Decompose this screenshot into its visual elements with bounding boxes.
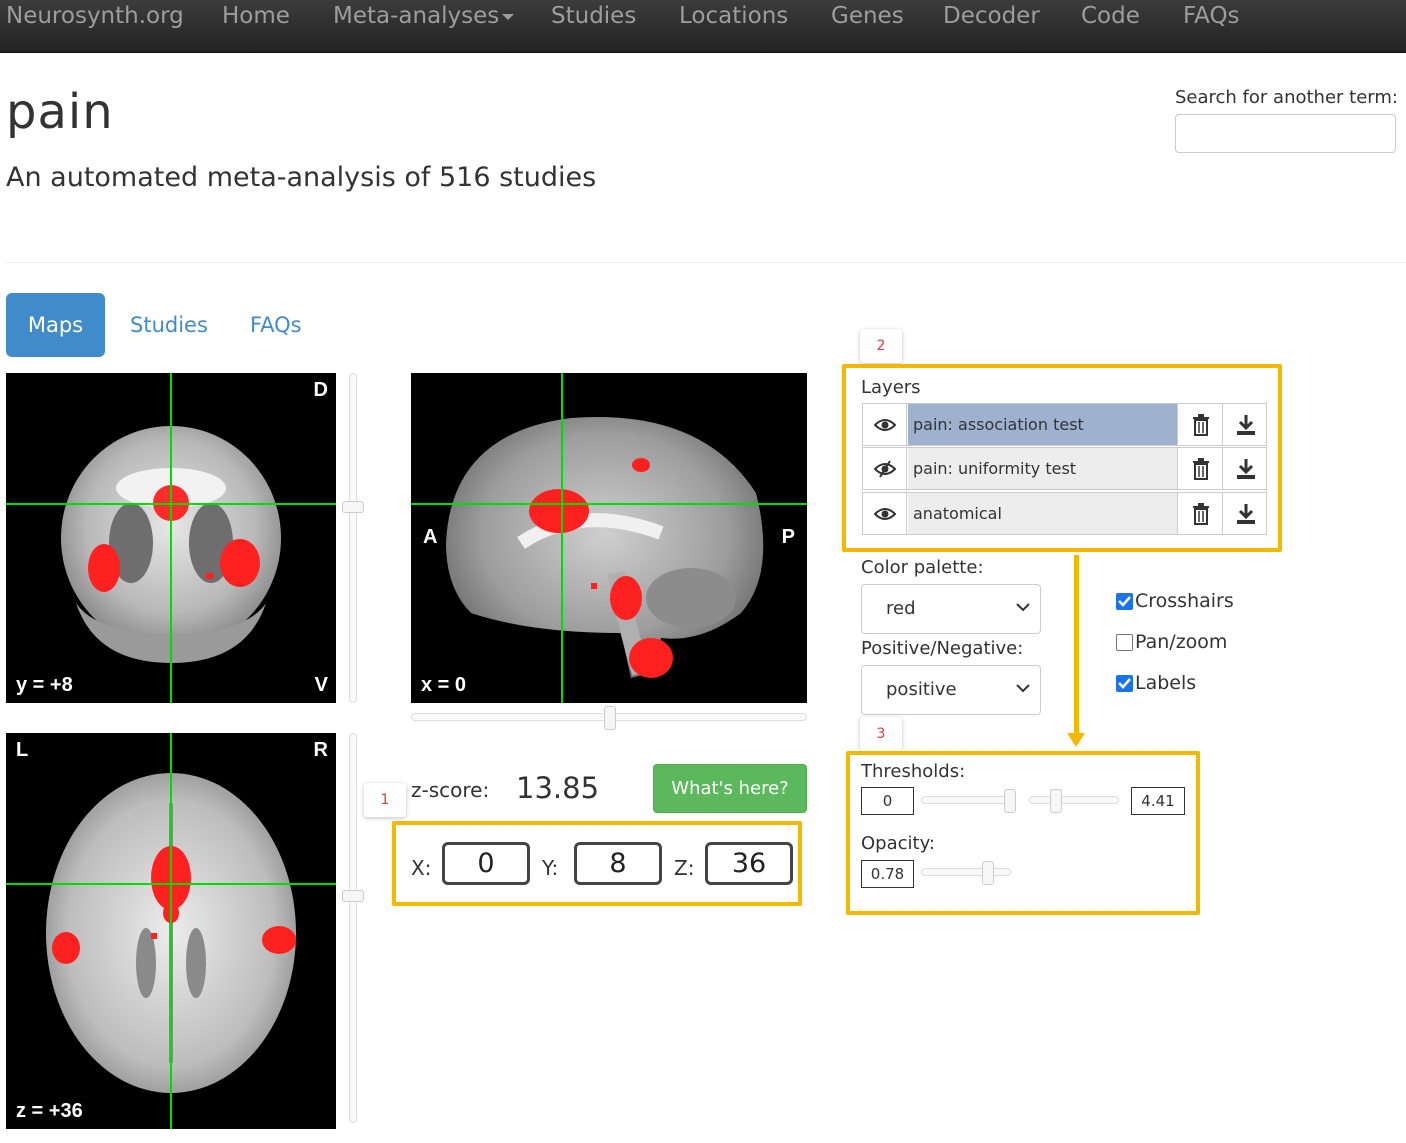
brand-link[interactable]: Neurosynth.org (6, 0, 184, 34)
panzoom-option[interactable]: Pan/zoom (1116, 631, 1227, 653)
axial-top-right-label: R (313, 739, 328, 761)
navbar: Neurosynth.org Home Meta-analyses Studie… (0, 0, 1406, 53)
chevron-down-icon (1016, 684, 1030, 693)
nav-meta-analyses-label: Meta-analyses (333, 3, 500, 29)
nav-faqs[interactable]: FAQs (1183, 0, 1240, 34)
z-coordinate-input[interactable]: 36 (705, 842, 793, 885)
opacity-slider[interactable] (921, 861, 1011, 885)
slider-handle[interactable] (982, 861, 994, 885)
eye-icon[interactable] (863, 404, 907, 445)
posneg-select[interactable]: positive (861, 665, 1041, 715)
layer-row[interactable]: anatomical (862, 492, 1267, 535)
trash-icon[interactable] (1179, 404, 1223, 445)
y-label: Y: (542, 856, 559, 880)
zscore-value: 13.85 (516, 771, 600, 805)
whats-here-button[interactable]: What's here? (653, 764, 807, 813)
z-label: Z: (674, 856, 695, 880)
nav-code[interactable]: Code (1081, 0, 1140, 34)
annotation-badge-1: 1 (364, 783, 406, 817)
threshold-min-input[interactable]: 0 (861, 787, 914, 815)
download-icon[interactable] (1224, 493, 1267, 534)
annotation-badge-3: 3 (860, 717, 902, 751)
axial-view[interactable]: L R z = +36 (6, 733, 336, 1129)
divider (6, 262, 1406, 263)
color-palette-select[interactable]: red (861, 584, 1041, 634)
crosshairs-option[interactable]: Crosshairs (1116, 590, 1234, 612)
posneg-label: Positive/Negative: (861, 638, 1024, 659)
search-input[interactable] (1175, 114, 1396, 153)
layer-name[interactable]: pain: association test (908, 404, 1178, 445)
posneg-value: positive (886, 679, 957, 700)
sagittal-slice-label: x = 0 (421, 674, 467, 696)
y-coordinate-input[interactable]: 8 (574, 842, 662, 885)
threshold-min-slider[interactable] (921, 789, 1016, 813)
panzoom-label: Pan/zoom (1135, 631, 1228, 653)
layer-name[interactable]: anatomical (908, 493, 1178, 534)
slider-handle[interactable] (1004, 789, 1016, 813)
x-coordinate-input[interactable]: 0 (442, 842, 530, 885)
sagittal-right-label: P (781, 526, 795, 548)
layer-row[interactable]: pain: association test (862, 403, 1267, 446)
page-subtitle: An automated meta-analysis of 516 studie… (6, 162, 597, 193)
nav-locations[interactable]: Locations (679, 0, 788, 34)
layers-label: Layers (861, 377, 921, 398)
arrow-down-icon (1067, 733, 1085, 747)
thresholds-label: Thresholds: (861, 761, 966, 782)
annotation-arrow (1074, 555, 1079, 735)
slider-handle[interactable] (1050, 789, 1062, 813)
download-icon[interactable] (1224, 404, 1267, 445)
panzoom-checkbox[interactable] (1116, 633, 1133, 651)
eye-icon[interactable] (863, 493, 907, 534)
coronal-slice-slider[interactable] (342, 373, 364, 703)
slider-handle[interactable] (604, 706, 616, 730)
tab-faqs[interactable]: FAQs (228, 293, 324, 357)
annotation-badge-2: 2 (860, 329, 902, 363)
coronal-slice-label: y = +8 (16, 674, 73, 696)
trash-icon[interactable] (1179, 448, 1223, 489)
labels-label: Labels (1135, 672, 1197, 694)
page-title: pain (6, 84, 114, 140)
coronal-top-right-label: D (313, 379, 328, 401)
threshold-max-input[interactable]: 4.41 (1131, 787, 1185, 815)
coronal-brain-image (6, 373, 336, 703)
search-label: Search for another term: (1175, 87, 1398, 108)
sagittal-left-label: A (423, 526, 438, 548)
axial-slice-label: z = +36 (16, 1100, 83, 1122)
coronal-view[interactable]: D y = +8 V (6, 373, 336, 703)
opacity-label: Opacity: (861, 833, 935, 854)
crosshairs-checkbox[interactable] (1116, 592, 1133, 610)
trash-icon[interactable] (1179, 493, 1223, 534)
axial-slice-slider[interactable] (342, 733, 364, 1123)
labels-checkbox[interactable] (1116, 674, 1133, 692)
color-palette-value: red (886, 598, 916, 619)
crosshairs-label: Crosshairs (1135, 590, 1234, 612)
nav-genes[interactable]: Genes (831, 0, 904, 34)
tab-studies[interactable]: Studies (108, 293, 230, 357)
axial-brain-image (6, 733, 336, 1129)
tab-maps[interactable]: Maps (6, 293, 105, 357)
x-label: X: (411, 856, 432, 880)
layer-row[interactable]: pain: uniformity test (862, 447, 1267, 490)
nav-home[interactable]: Home (222, 0, 290, 34)
zscore-label: z-score: (411, 778, 490, 802)
caret-down-icon (502, 13, 515, 20)
sagittal-brain-image (411, 373, 807, 703)
labels-option[interactable]: Labels (1116, 672, 1196, 694)
slider-handle[interactable] (342, 890, 364, 902)
nav-meta-analyses[interactable]: Meta-analyses (333, 0, 515, 34)
sagittal-slice-slider[interactable] (411, 706, 807, 730)
nav-decoder[interactable]: Decoder (943, 0, 1040, 34)
coronal-bottom-right-label: V (314, 674, 328, 696)
layer-name[interactable]: pain: uniformity test (908, 448, 1178, 489)
threshold-max-slider[interactable] (1029, 789, 1119, 813)
axial-top-left-label: L (16, 739, 29, 761)
eye-slash-icon[interactable] (863, 448, 907, 489)
color-palette-label: Color palette: (861, 557, 984, 578)
nav-studies[interactable]: Studies (551, 0, 636, 34)
sagittal-view[interactable]: A P x = 0 (411, 373, 807, 703)
slider-handle[interactable] (342, 501, 364, 513)
download-icon[interactable] (1224, 448, 1267, 489)
opacity-input[interactable]: 0.78 (861, 860, 914, 888)
chevron-down-icon (1016, 603, 1030, 612)
